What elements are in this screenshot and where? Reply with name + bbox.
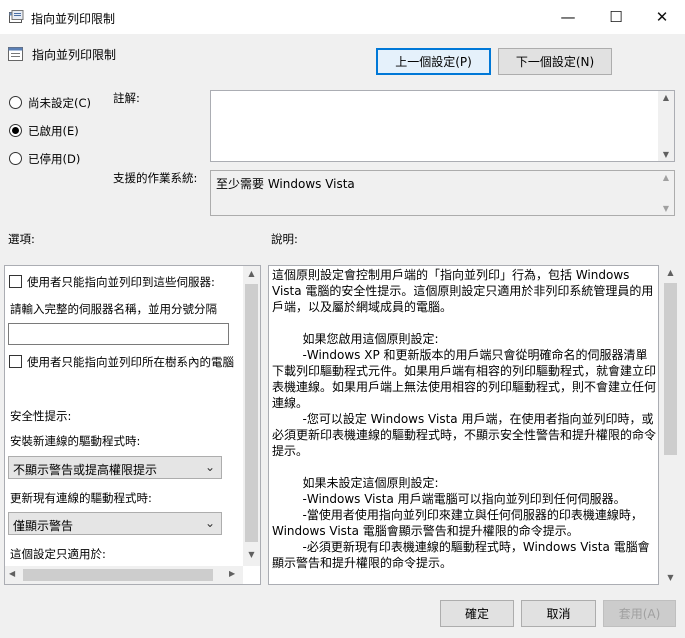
radio-label: 尚未設定(C) xyxy=(28,96,92,110)
supported-field: 至少需要 Windows Vista ▲ ▼ xyxy=(210,170,675,216)
help-heading: 說明: xyxy=(271,232,298,246)
chevron-down-icon: ⌄ xyxy=(204,516,215,530)
install-prompt-select[interactable]: 不顯示警告或提高權限提示 ⌄ xyxy=(8,456,222,479)
radio-disabled[interactable]: 已停用(D) xyxy=(9,151,109,167)
checkbox-label: 使用者只能指向並列印到這些伺服器: xyxy=(27,275,215,289)
scroll-down-icon[interactable]: ▼ xyxy=(658,204,674,213)
app-icon xyxy=(9,10,24,24)
scroll-up-icon[interactable]: ▲ xyxy=(243,269,260,278)
scroll-up-icon[interactable]: ▲ xyxy=(662,268,679,277)
next-setting-button[interactable]: 下一個設定(N) xyxy=(498,48,612,75)
ok-button[interactable]: 確定 xyxy=(440,600,514,627)
maximize-button[interactable]: ☐ xyxy=(593,0,639,34)
security-heading: 安全性提示: xyxy=(10,409,72,423)
apply-button[interactable]: 套用(A) xyxy=(603,600,676,627)
help-vscrollbar[interactable]: ▲ ▼ xyxy=(662,265,679,585)
update-prompt-select[interactable]: 僅顯示警告 ⌄ xyxy=(8,512,222,535)
restrict-servers-checkbox[interactable]: 使用者只能指向並列印到這些伺服器: xyxy=(9,274,237,290)
scroll-thumb[interactable] xyxy=(245,284,258,542)
applies-label: 這個設定只適用於: xyxy=(10,547,106,561)
radio-not-configured[interactable]: 尚未設定(C) xyxy=(9,95,109,111)
checkbox-box xyxy=(9,355,22,368)
chevron-down-icon: ⌄ xyxy=(204,460,215,474)
servers-input[interactable] xyxy=(8,323,229,345)
radio-label: 已啟用(E) xyxy=(28,124,79,138)
previous-setting-button[interactable]: 上一個設定(P) xyxy=(376,48,491,75)
radio-enabled[interactable]: 已啟用(E) xyxy=(9,123,109,139)
supported-value: 至少需要 Windows Vista xyxy=(216,177,355,191)
scroll-down-icon[interactable]: ▼ xyxy=(658,150,674,159)
select-value: 不顯示警告或提高權限提示 xyxy=(13,463,158,477)
scroll-left-icon[interactable]: ◀ xyxy=(9,569,15,578)
scroll-thumb[interactable] xyxy=(23,569,213,581)
restrict-forest-checkbox[interactable]: 使用者只能指向並列印所在樹系內的電腦 xyxy=(9,354,243,370)
close-button[interactable]: ✕ xyxy=(639,0,685,34)
scroll-thumb[interactable] xyxy=(664,283,677,455)
cancel-button[interactable]: 取消 xyxy=(521,600,596,627)
radio-label: 已停用(D) xyxy=(28,152,81,166)
window-title: 指向並列印限制 xyxy=(31,12,116,26)
options-hscrollbar[interactable]: ◀ ▶ xyxy=(5,566,243,584)
scroll-right-icon[interactable]: ▶ xyxy=(229,569,235,578)
radio-circle xyxy=(9,96,22,109)
comment-label: 註解: xyxy=(113,91,140,105)
checkbox-box xyxy=(9,275,22,288)
options-heading: 選項: xyxy=(8,232,35,246)
options-vscrollbar[interactable]: ▲ ▼ xyxy=(243,266,260,566)
help-text: 這個原則設定會控制用戶端的「指向並列印」行為，包括 Windows Vista … xyxy=(272,268,657,570)
minimize-button[interactable]: — xyxy=(545,0,591,34)
scroll-up-icon[interactable]: ▲ xyxy=(658,173,674,182)
install-label: 安裝新連線的驅動程式時: xyxy=(10,434,141,448)
update-label: 更新現有連線的驅動程式時: xyxy=(10,491,152,505)
scroll-up-icon[interactable]: ▲ xyxy=(658,93,674,102)
options-pane: 使用者只能指向並列印到這些伺服器: 請輸入完整的伺服器名稱，並用分號分隔 使用者… xyxy=(4,265,261,585)
scroll-down-icon[interactable]: ▼ xyxy=(662,573,679,582)
radio-circle xyxy=(9,124,22,137)
comment-field[interactable]: ▲ ▼ xyxy=(210,90,675,162)
policy-name: 指向並列印限制 xyxy=(32,48,117,62)
radio-circle xyxy=(9,152,22,165)
checkbox-label: 使用者只能指向並列印所在樹系內的電腦 xyxy=(27,355,234,369)
help-pane: 這個原則設定會控制用戶端的「指向並列印」行為，包括 Windows Vista … xyxy=(268,265,659,585)
comment-scrollbar[interactable]: ▲ ▼ xyxy=(658,91,674,161)
servers-label: 請輸入完整的伺服器名稱，並用分號分隔 xyxy=(10,302,217,316)
policy-icon xyxy=(8,46,24,62)
supported-label: 支援的作業系統: xyxy=(113,171,198,185)
supported-scrollbar[interactable]: ▲ ▼ xyxy=(658,171,674,215)
scroll-down-icon[interactable]: ▼ xyxy=(243,550,260,559)
select-value: 僅顯示警告 xyxy=(13,519,74,533)
